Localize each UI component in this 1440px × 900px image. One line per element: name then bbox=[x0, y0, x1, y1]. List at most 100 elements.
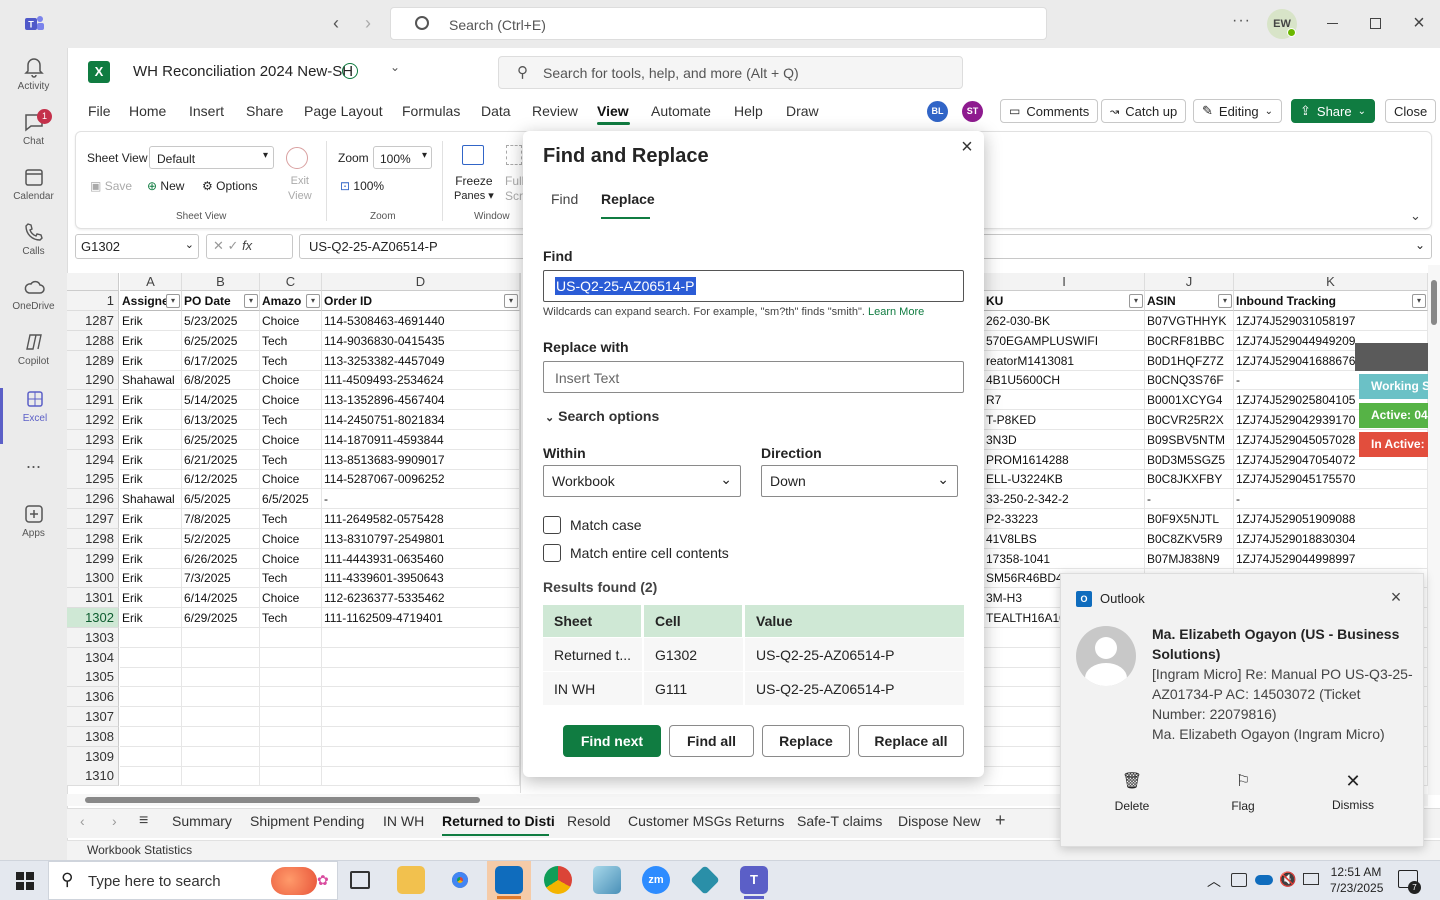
table-cell[interactable]: Erik bbox=[120, 469, 182, 490]
table-cell[interactable]: B0001XCYG4 bbox=[1145, 390, 1234, 411]
table-cell[interactable] bbox=[322, 687, 520, 708]
table-cell[interactable]: B07VGTHHYK bbox=[1145, 311, 1234, 331]
teams-taskbar-icon[interactable]: T bbox=[740, 866, 768, 894]
table-cell[interactable]: reatorM1413081 bbox=[984, 350, 1145, 371]
row-header[interactable]: 1292 bbox=[67, 410, 119, 430]
table-cell[interactable] bbox=[260, 726, 322, 747]
vertical-scrollbar[interactable] bbox=[1428, 265, 1440, 795]
tab-replace[interactable]: Replace bbox=[601, 191, 655, 207]
rail-calendar[interactable]: Calendar bbox=[0, 166, 67, 222]
filter-dropdown-icon[interactable]: ▾ bbox=[1412, 294, 1426, 308]
new-view-button[interactable]: ⊕ New bbox=[147, 179, 184, 193]
table-cell[interactable]: 262-030-BK bbox=[984, 311, 1145, 331]
rail-copilot[interactable]: Copilot bbox=[0, 331, 67, 387]
table-cell[interactable]: Tech bbox=[260, 330, 322, 351]
rail-activity[interactable]: Activity bbox=[0, 56, 67, 112]
chrome-profile-icon[interactable] bbox=[544, 866, 572, 894]
table-cell[interactable] bbox=[120, 726, 182, 747]
match-case-checkbox[interactable] bbox=[543, 516, 561, 534]
find-all-button[interactable]: Find all bbox=[669, 725, 754, 757]
rail-excel[interactable]: Excel bbox=[0, 388, 67, 444]
table-cell[interactable]: T-P8KED bbox=[984, 410, 1145, 430]
table-cell[interactable]: 6/13/2025 bbox=[182, 410, 260, 430]
table-cell[interactable]: 113-8310797-2549801 bbox=[322, 528, 520, 549]
table-cell[interactable]: B07MJ838N9 bbox=[1145, 548, 1234, 569]
tab-page-layout[interactable]: Page Layout bbox=[304, 103, 383, 119]
table-cell[interactable]: 1ZJ74J529031058197 bbox=[1234, 311, 1428, 331]
toast-flag-button[interactable]: ⚐ Flag bbox=[1211, 771, 1275, 813]
row-header[interactable]: 1303 bbox=[67, 627, 119, 648]
window-close-icon[interactable]: × bbox=[1410, 12, 1428, 34]
table-cell[interactable] bbox=[120, 707, 182, 727]
table-cell[interactable]: - bbox=[1145, 489, 1234, 510]
speaker-muted-icon[interactable]: 🔇 bbox=[1279, 871, 1296, 888]
table-cell[interactable]: ELL-U3224KB bbox=[984, 469, 1145, 490]
table-cell[interactable]: B0C8JKXFBY bbox=[1145, 469, 1234, 490]
row-header[interactable]: 1310 bbox=[67, 766, 119, 787]
column-header[interactable]: K bbox=[1234, 273, 1428, 291]
workbook-statistics[interactable]: Workbook Statistics bbox=[87, 843, 192, 857]
table-cell[interactable]: B0D3M5SGZ5 bbox=[1145, 449, 1234, 470]
table-cell[interactable] bbox=[260, 667, 322, 688]
table-header-cell[interactable]: KU bbox=[984, 291, 1145, 311]
back-arrow-icon[interactable]: ‹ bbox=[326, 13, 346, 33]
direction-select[interactable]: Down ⌄ bbox=[761, 465, 958, 497]
table-cell[interactable] bbox=[182, 726, 260, 747]
search-options-toggle[interactable]: ⌄ Search options bbox=[545, 408, 659, 424]
match-entire-checkbox[interactable] bbox=[543, 544, 561, 562]
fx-icon[interactable]: fx bbox=[242, 238, 252, 253]
sheet-tab[interactable]: Safe-T claims bbox=[797, 813, 882, 829]
table-cell[interactable] bbox=[120, 746, 182, 767]
table-cell[interactable]: 6/5/2025 bbox=[260, 489, 322, 510]
save-view-button[interactable]: ▣ Save bbox=[90, 179, 132, 193]
table-cell[interactable]: - bbox=[322, 489, 520, 510]
tab-insert[interactable]: Insert bbox=[189, 103, 224, 119]
toast-close-icon[interactable]: × bbox=[1387, 587, 1405, 607]
chevron-down-icon[interactable]: ⌄ bbox=[390, 60, 400, 74]
scroll-tabs-right-icon[interactable]: › bbox=[112, 813, 117, 829]
tab-automate[interactable]: Automate bbox=[651, 103, 711, 119]
more-options-icon[interactable]: ··· bbox=[1232, 12, 1251, 30]
add-sheet-icon[interactable]: + bbox=[995, 810, 1006, 831]
table-cell[interactable] bbox=[322, 707, 520, 727]
tab-share[interactable]: Share bbox=[246, 103, 283, 119]
row-header[interactable]: 1291 bbox=[67, 390, 119, 411]
table-cell[interactable]: 114-5287067-0096252 bbox=[322, 469, 520, 490]
replace-button[interactable]: Replace bbox=[762, 725, 850, 757]
table-cell[interactable]: P2-33223 bbox=[984, 509, 1145, 529]
table-cell[interactable] bbox=[182, 647, 260, 668]
table-cell[interactable]: Erik bbox=[120, 390, 182, 411]
row-header[interactable]: 1298 bbox=[67, 528, 119, 549]
rail-chat[interactable]: Chat 1 bbox=[0, 109, 67, 167]
table-cell[interactable]: 112-6236377-5335462 bbox=[322, 588, 520, 609]
taskbar-search[interactable]: ⚲ Type here to search ✿ bbox=[48, 861, 338, 900]
table-cell[interactable] bbox=[322, 746, 520, 767]
maximize-icon[interactable] bbox=[1370, 18, 1381, 29]
sheet-tab[interactable]: Shipment Pending bbox=[250, 813, 364, 829]
table-cell[interactable]: Choice bbox=[260, 588, 322, 609]
sheet-tab[interactable]: Returned to Disti bbox=[442, 813, 555, 829]
table-cell[interactable]: 6/14/2025 bbox=[182, 588, 260, 609]
table-cell[interactable]: Tech bbox=[260, 568, 322, 589]
table-cell[interactable] bbox=[260, 766, 322, 787]
row-header[interactable]: 1301 bbox=[67, 588, 119, 609]
filter-dropdown-icon[interactable]: ▾ bbox=[306, 294, 320, 308]
sheet-tab[interactable]: IN WH bbox=[383, 813, 424, 829]
tab-draw[interactable]: Draw bbox=[786, 103, 819, 119]
filter-dropdown-icon[interactable]: ▾ bbox=[166, 294, 180, 308]
table-cell[interactable]: 6/26/2025 bbox=[182, 548, 260, 569]
table-cell[interactable]: 6/8/2025 bbox=[182, 370, 260, 391]
outlook-taskbar-icon[interactable] bbox=[495, 866, 523, 894]
row-header[interactable]: 1293 bbox=[67, 429, 119, 450]
table-cell[interactable]: 114-2450751-8021834 bbox=[322, 410, 520, 430]
table-cell[interactable]: 111-2649582-0575428 bbox=[322, 509, 520, 529]
comments-button[interactable]: ▭ Comments bbox=[1000, 99, 1099, 123]
editing-mode-button[interactable]: ✎ Editing ⌄ bbox=[1193, 99, 1283, 123]
freeze-panes-button[interactable]: Freeze Panes ▾ bbox=[454, 174, 494, 204]
table-cell[interactable]: 111-4509493-2534624 bbox=[322, 370, 520, 391]
row-header[interactable]: 1295 bbox=[67, 469, 119, 490]
table-cell[interactable]: 114-1870911-4593844 bbox=[322, 429, 520, 450]
table-cell[interactable]: 17358-1041 bbox=[984, 548, 1145, 569]
table-cell[interactable]: B0CVR25R2X bbox=[1145, 410, 1234, 430]
minimize-icon[interactable] bbox=[1327, 23, 1338, 24]
